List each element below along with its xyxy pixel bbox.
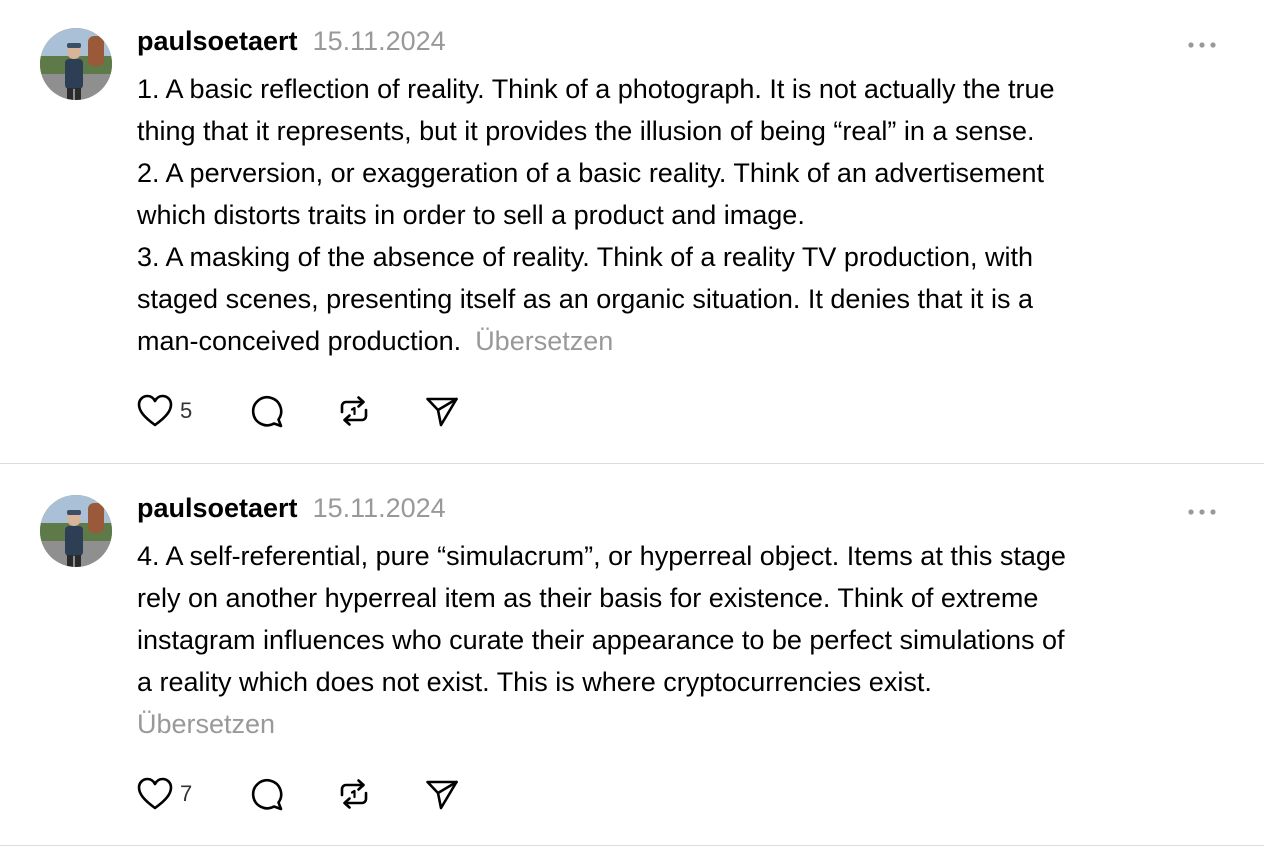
translate-link[interactable]: Übersetzen [137,703,1237,745]
post: paulsoetaert 15.11.2024 1. A basic refle… [0,0,1264,464]
post-text-line: 4. A self-referential, pure “simulacrum”… [137,541,1066,571]
post-header: paulsoetaert 15.11.2024 [137,493,446,523]
ellipsis-icon[interactable] [1186,504,1218,515]
like-button[interactable]: 5 [136,393,192,429]
repost-button[interactable] [336,393,372,429]
repost-button[interactable] [336,776,372,812]
post-date[interactable]: 15.11.2024 [313,493,446,524]
post-text-line: instagram influences who curate their ap… [137,625,1065,655]
paper-plane-icon [424,393,460,429]
post-text: 1. A basic reflection of reality. Think … [137,68,1237,362]
post-text-line: which distorts traits in order to sell a… [137,200,805,230]
post-header: paulsoetaert 15.11.2024 [137,26,446,56]
repost-arrows-icon [336,393,372,429]
translate-link[interactable]: Übersetzen [475,326,613,356]
heart-icon [136,776,174,812]
reply-button[interactable] [248,776,284,812]
post-text-line: a reality which does not exist. This is … [137,667,932,697]
post-text-line: thing that it represents, but it provide… [137,116,1035,146]
post-text-line-last: man-conceived production. Übersetzen [137,320,1237,362]
share-button[interactable] [424,393,460,429]
like-count: 5 [180,398,193,423]
like-button[interactable]: 7 [136,776,192,812]
share-button[interactable] [424,776,460,812]
avatar[interactable] [40,495,112,567]
paper-plane-icon [424,776,460,812]
speech-bubble-icon [248,776,284,812]
post: paulsoetaert 15.11.2024 4. A self-refere… [0,464,1264,846]
heart-icon [136,393,174,429]
post-text: 4. A self-referential, pure “simulacrum”… [137,535,1237,745]
ellipsis-icon[interactable] [1186,37,1218,48]
repost-arrows-icon [336,776,372,812]
post-text-line: 1. A basic reflection of reality. Think … [137,74,1055,104]
username[interactable]: paulsoetaert [137,26,298,57]
post-text-line: staged scenes, presenting itself as an o… [137,284,1034,314]
post-date[interactable]: 15.11.2024 [313,26,446,57]
post-text-line: 3. A masking of the absence of reality. … [137,242,1033,272]
username[interactable]: paulsoetaert [137,493,298,524]
post-text-line: rely on another hyperreal item as their … [137,583,1039,613]
avatar[interactable] [40,28,112,100]
speech-bubble-icon [248,393,284,429]
like-count: 7 [180,781,193,806]
post-text-line: 2. A perversion, or exaggeration of a ba… [137,158,1045,188]
reply-button[interactable] [248,393,284,429]
post-text-line: man-conceived production. [137,326,462,356]
